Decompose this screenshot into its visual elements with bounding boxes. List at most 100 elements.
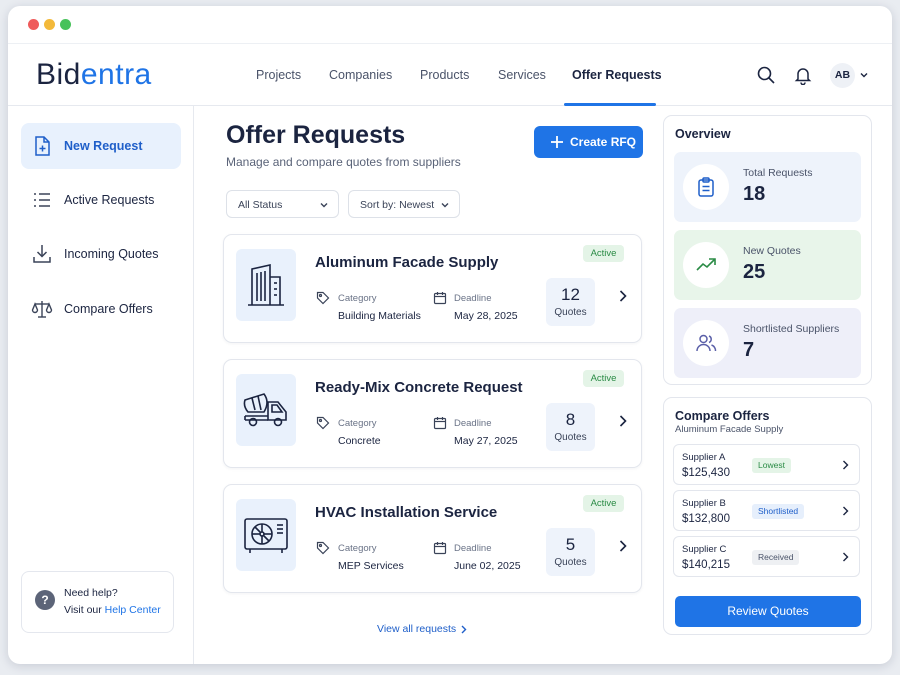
avatar[interactable]: AB xyxy=(830,63,855,88)
help-center-link[interactable]: Help Center xyxy=(105,604,161,616)
chevron-right-icon xyxy=(843,460,849,470)
nav-item-offer-requests[interactable]: Offer Requests xyxy=(572,44,662,106)
list-icon xyxy=(34,193,50,207)
sidebar-item-label: Compare Offers xyxy=(64,302,153,316)
stat-label: New Quotes xyxy=(743,245,801,257)
nav-item-companies[interactable]: Companies xyxy=(329,44,392,106)
help-title: Need help? xyxy=(64,587,118,599)
deadline-value: May 28, 2025 xyxy=(454,310,518,322)
request-card[interactable]: Ready-Mix Concrete Request Active Catego… xyxy=(223,359,642,468)
stat-value: 25 xyxy=(743,261,766,283)
tag-icon xyxy=(316,416,330,430)
compare-title: Compare Offers xyxy=(675,409,770,423)
supplier-tag: Lowest xyxy=(752,458,791,473)
create-rfq-button[interactable]: Create RFQ xyxy=(534,126,643,158)
nav-item-projects[interactable]: Projects xyxy=(256,44,301,106)
chevron-right-icon[interactable] xyxy=(617,539,629,553)
top-header: Bidentra Projects Companies Products Ser… xyxy=(8,44,892,106)
deadline-value: June 02, 2025 xyxy=(454,560,521,572)
sidebar-item-new-request[interactable]: New Request xyxy=(21,123,181,169)
review-quotes-button[interactable]: Review Quotes xyxy=(675,596,861,627)
request-thumbnail xyxy=(236,374,296,446)
chevron-down-icon xyxy=(441,203,449,208)
supplier-row[interactable]: Supplier C $140,215 Received xyxy=(673,536,860,577)
quotes-count: 8 xyxy=(565,410,576,429)
chevron-down-icon[interactable] xyxy=(859,70,869,80)
deadline-label: Deadline xyxy=(454,418,492,429)
compare-offers-panel: Compare Offers Aluminum Facade Supply Su… xyxy=(663,397,872,635)
supplier-name: Supplier A xyxy=(682,452,726,463)
calendar-icon xyxy=(433,417,447,430)
close-window-button[interactable] xyxy=(28,19,39,30)
help-text: Visit our Help Center xyxy=(64,604,161,616)
search-icon[interactable] xyxy=(756,65,776,85)
status-badge: Active xyxy=(583,495,624,512)
plus-icon xyxy=(551,136,563,148)
chevron-right-icon xyxy=(843,552,849,562)
supplier-row[interactable]: Supplier A $125,430 Lowest xyxy=(673,444,860,485)
quotes-label: Quotes xyxy=(554,307,587,318)
chevron-right-icon xyxy=(843,506,849,516)
building-icon xyxy=(248,264,284,306)
compare-subtitle: Aluminum Facade Supply xyxy=(675,424,784,435)
request-title: Aluminum Facade Supply xyxy=(315,254,499,271)
supplier-price: $125,430 xyxy=(682,467,730,479)
stat-label: Total Requests xyxy=(743,167,813,179)
quotes-count-box: 8 Quotes xyxy=(546,403,595,451)
maximize-window-button[interactable] xyxy=(60,19,71,30)
help-card: ? Need help? Visit our Help Center xyxy=(21,571,174,633)
request-title: HVAC Installation Service xyxy=(315,504,498,521)
sort-select[interactable]: Sort by: Newest xyxy=(348,190,460,218)
page-title: Offer Requests xyxy=(226,121,406,149)
sidebar-item-incoming-quotes[interactable]: Incoming Quotes xyxy=(21,231,181,277)
view-all-requests-link[interactable]: View all requests xyxy=(377,623,456,635)
deadline-label: Deadline xyxy=(454,543,492,554)
chevron-right-icon[interactable] xyxy=(459,624,468,635)
supplier-name: Supplier B xyxy=(682,498,726,509)
scale-icon xyxy=(31,301,53,318)
bell-icon[interactable] xyxy=(793,65,813,85)
sidebar-item-label: New Request xyxy=(64,139,143,153)
quotes-count: 5 xyxy=(565,535,576,554)
nav-item-products[interactable]: Products xyxy=(420,44,469,106)
supplier-row[interactable]: Supplier B $132,800 Shortlisted xyxy=(673,490,860,531)
sidebar: New Request Active Requests Incoming Quo… xyxy=(8,106,194,664)
category-value: Building Materials xyxy=(338,310,421,322)
supplier-name: Supplier C xyxy=(682,544,727,555)
hvac-unit-icon xyxy=(244,518,288,553)
download-icon xyxy=(33,245,51,263)
supplier-price: $132,800 xyxy=(682,513,730,525)
nav-active-indicator xyxy=(564,103,656,106)
minimize-window-button[interactable] xyxy=(44,19,55,30)
supplier-tag: Received xyxy=(752,550,800,565)
category-label: Category xyxy=(338,543,377,554)
sidebar-item-compare-offers[interactable]: Compare Offers xyxy=(21,286,181,332)
request-card[interactable]: HVAC Installation Service Active Categor… xyxy=(223,484,642,593)
category-label: Category xyxy=(338,293,377,304)
mixer-truck-icon xyxy=(243,393,287,427)
category-label: Category xyxy=(338,418,377,429)
chevron-right-icon[interactable] xyxy=(617,289,629,303)
request-card[interactable]: Aluminum Facade Supply Active Category B… xyxy=(223,234,642,343)
users-icon xyxy=(696,334,717,352)
brand-logo[interactable]: Bidentra xyxy=(36,58,152,92)
quotes-label: Quotes xyxy=(554,432,587,443)
chevron-right-icon[interactable] xyxy=(617,414,629,428)
file-plus-icon xyxy=(35,136,50,156)
stat-value: 7 xyxy=(743,339,755,361)
page-subtitle: Manage and compare quotes from suppliers xyxy=(226,155,461,169)
request-thumbnail xyxy=(236,499,296,571)
stat-new-quotes: New Quotes 25 xyxy=(674,230,861,300)
deadline-label: Deadline xyxy=(454,293,492,304)
sidebar-item-active-requests[interactable]: Active Requests xyxy=(21,177,181,223)
tag-icon xyxy=(316,541,330,555)
stat-value: 18 xyxy=(743,183,766,205)
stat-total-requests: Total Requests 18 xyxy=(674,152,861,222)
quotes-count-box: 5 Quotes xyxy=(546,528,595,576)
status-filter-select[interactable]: All Status xyxy=(226,190,339,218)
nav-item-services[interactable]: Services xyxy=(498,44,546,106)
status-badge: Active xyxy=(583,370,624,387)
deadline-value: May 27, 2025 xyxy=(454,435,518,447)
status-badge: Active xyxy=(583,245,624,262)
calendar-icon xyxy=(433,542,447,555)
